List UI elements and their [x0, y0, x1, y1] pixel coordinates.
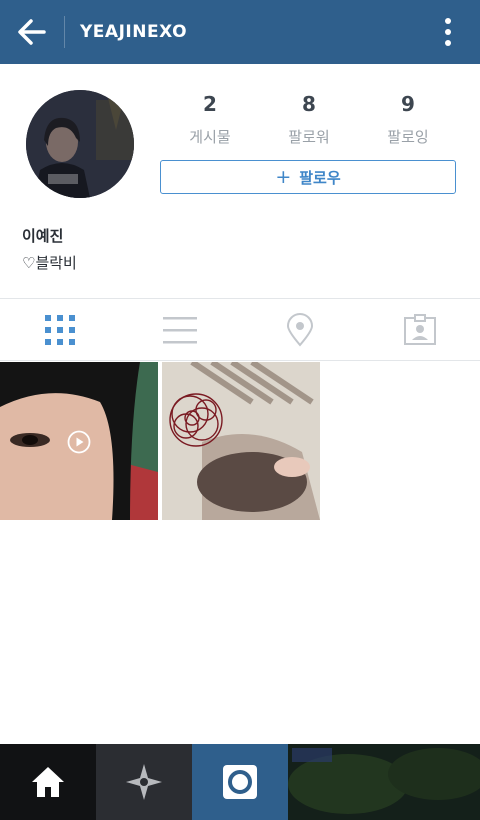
top-app-bar: YEAJINEXO — [0, 0, 480, 64]
tab-location-view[interactable] — [240, 300, 360, 360]
nav-home[interactable] — [0, 744, 96, 820]
posts-count-label: 게시물 — [189, 128, 231, 146]
followers-count[interactable]: 8 팔로워 — [259, 90, 359, 148]
posts-count[interactable]: 2 게시물 — [160, 90, 260, 148]
post-2-thumbnail — [162, 362, 320, 520]
nav-explore[interactable] — [96, 744, 192, 820]
back-arrow-icon[interactable] — [14, 14, 50, 50]
list-icon — [163, 317, 197, 344]
profile-full-name: 이예진 — [22, 227, 64, 245]
tagged-person-icon — [404, 314, 436, 345]
header-divider — [64, 16, 65, 48]
more-options-icon[interactable] — [438, 16, 458, 48]
divider-top — [0, 298, 480, 299]
explore-star-icon — [126, 764, 162, 800]
profile-avatar[interactable] — [26, 90, 134, 198]
tab-grid-view[interactable] — [0, 300, 120, 360]
tab-tagged-view[interactable] — [360, 300, 480, 360]
media-preview-thumbnail — [288, 744, 480, 820]
camera-icon — [223, 765, 257, 799]
grid-icon — [45, 315, 75, 345]
profile-bio: ♡블락비 — [22, 254, 77, 272]
following-count-label: 팔로잉 — [387, 128, 429, 146]
profile-username-title: YEAJINEXO — [80, 22, 188, 42]
follow-button-label: 팔로우 — [299, 168, 341, 187]
posts-count-value: 2 — [203, 92, 217, 116]
following-count-value: 9 — [401, 92, 415, 116]
video-play-icon — [67, 430, 91, 454]
followers-count-value: 8 — [302, 92, 316, 116]
grid-post-2[interactable] — [162, 362, 320, 520]
home-icon — [32, 767, 64, 797]
location-pin-icon — [286, 313, 314, 347]
nav-media-preview[interactable] — [288, 744, 480, 820]
nav-camera[interactable] — [192, 744, 288, 820]
bottom-navigation — [0, 744, 480, 820]
followers-count-label: 팔로워 — [288, 128, 330, 146]
divider-tabs — [0, 360, 480, 361]
following-count[interactable]: 9 팔로잉 — [358, 90, 458, 148]
follow-button[interactable]: + 팔로우 — [160, 160, 456, 194]
grid-post-1-video[interactable] — [0, 362, 158, 520]
avatar-photo — [26, 90, 134, 198]
plus-icon: + — [275, 165, 292, 188]
tab-list-view[interactable] — [120, 300, 240, 360]
